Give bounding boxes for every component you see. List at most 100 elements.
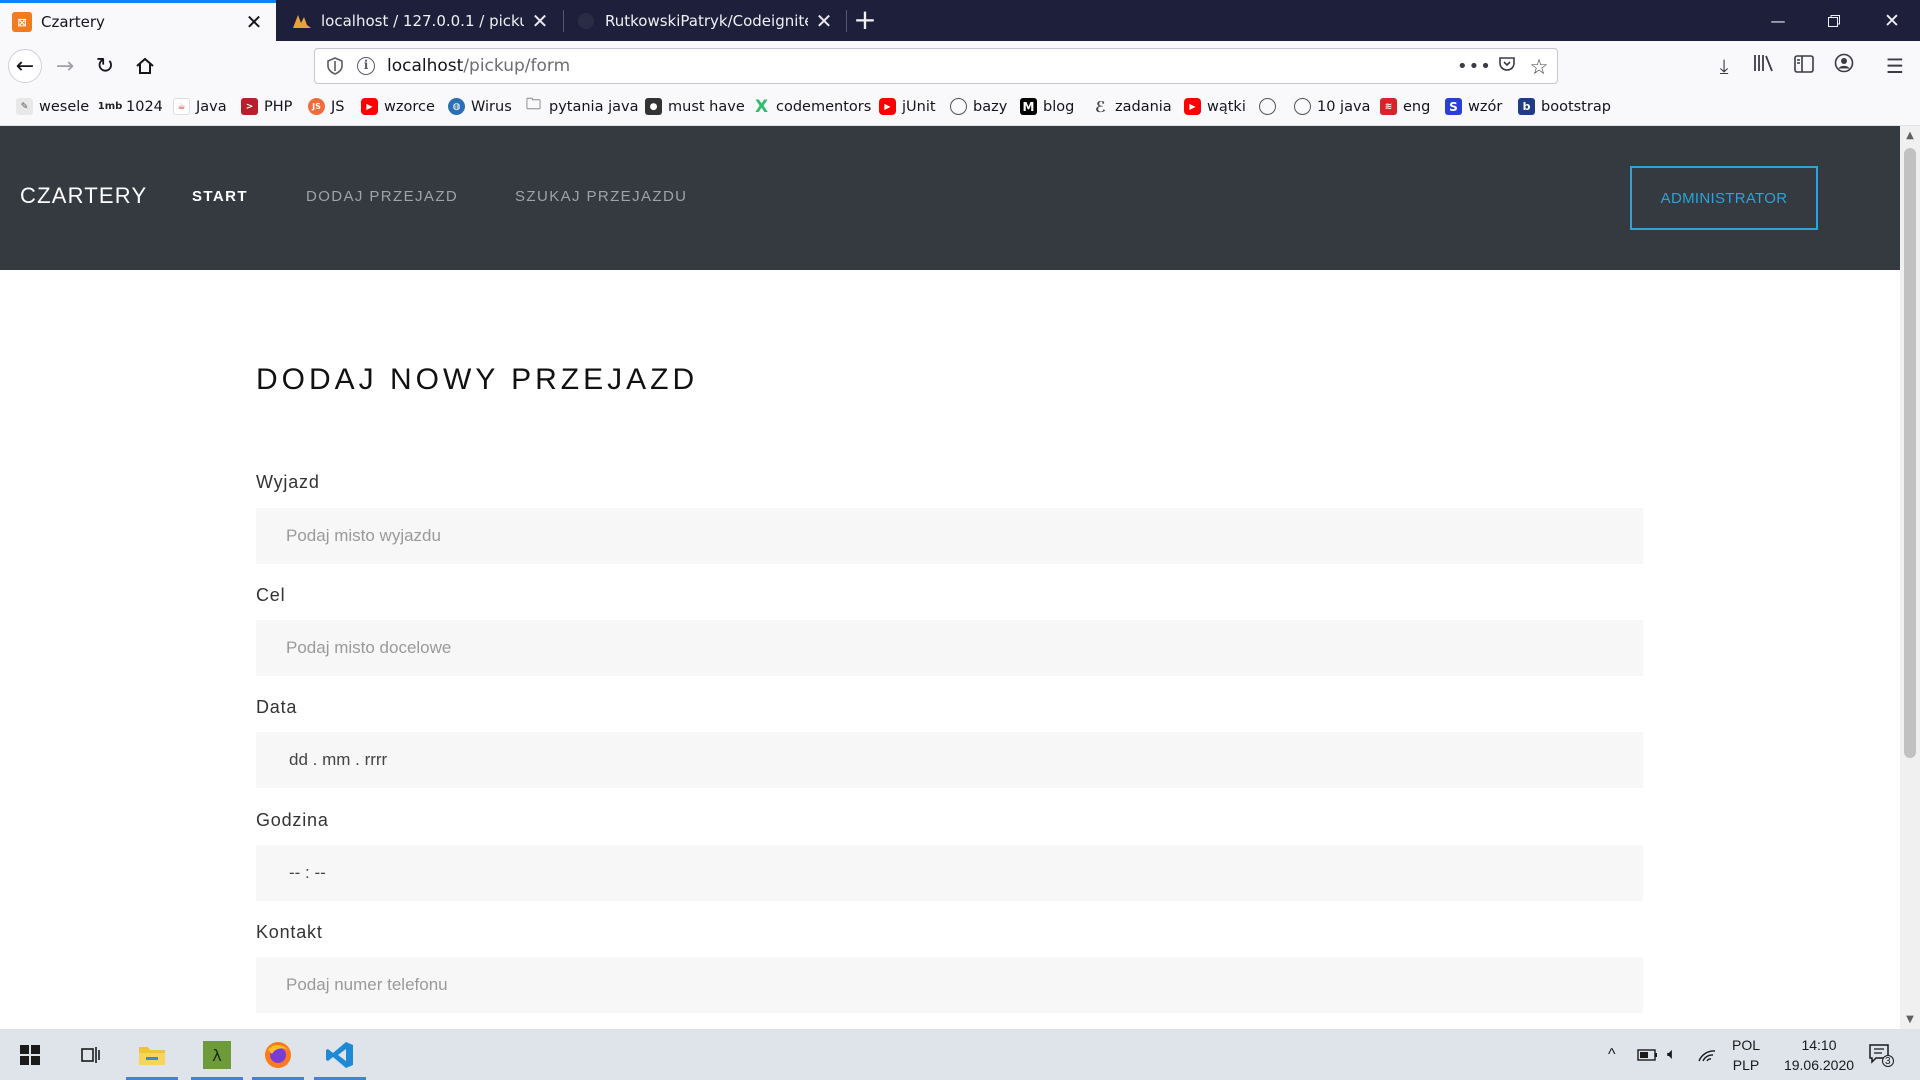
windows-start-icon[interactable]	[4, 1029, 56, 1080]
forward-button[interactable]: →	[48, 49, 82, 83]
close-tab-icon[interactable]: ✕	[530, 9, 550, 33]
shield-icon[interactable]	[327, 57, 343, 75]
home-button[interactable]	[128, 49, 162, 83]
site-navbar: CZARTERY START DODAJ PRZEJAZD SZUKAJ PRZ…	[0, 126, 1900, 270]
task-view-icon[interactable]	[64, 1029, 116, 1080]
library-icon[interactable]	[1751, 53, 1777, 79]
restore-button[interactable]	[1806, 0, 1862, 41]
bookmark-label: must have	[668, 98, 745, 115]
bookmark-label: 10 java	[1317, 98, 1371, 115]
administrator-button[interactable]: ADMINISTRATOR	[1630, 166, 1818, 230]
info-icon[interactable]: i	[357, 57, 375, 75]
volume-icon[interactable]: 🔈︎	[1667, 1029, 1677, 1080]
nav-start[interactable]: START	[192, 188, 248, 205]
address-bar[interactable]: i localhost/pickup/form ••• ☆	[314, 48, 1558, 84]
battery-icon[interactable]	[1637, 1029, 1659, 1080]
bookmark-watki[interactable]: ▶ wątki	[1184, 98, 1246, 115]
kontakt-input[interactable]: Podaj numer telefonu	[256, 957, 1643, 1013]
sidebar-icon[interactable]	[1791, 53, 1817, 79]
bookmark-globe[interactable]	[1259, 98, 1282, 115]
codewars-icon: ℰ	[1095, 97, 1106, 116]
bookmark-label: JS	[331, 98, 345, 115]
bookmark-bootstrap[interactable]: b bootstrap	[1518, 98, 1611, 115]
firefox-icon[interactable]	[252, 1029, 304, 1080]
bookmark-10-java[interactable]: 10 java	[1294, 98, 1370, 115]
bookmark-php[interactable]: > PHP	[241, 98, 292, 115]
php-icon: >	[241, 98, 258, 115]
nav-dodaj-przejazd[interactable]: DODAJ PRZEJAZD	[306, 188, 458, 205]
label-kontakt: Kontakt	[256, 922, 323, 942]
scroll-down-icon[interactable]: ▼	[1900, 1014, 1920, 1025]
tab-title: Czartery	[41, 13, 105, 31]
menu-icon[interactable]: ☰	[1882, 53, 1908, 79]
data-date-input[interactable]: dd . mm . rrrr	[256, 732, 1643, 788]
tab-github[interactable]: RutkowskiPatryk/Codeigniter_C ✕	[564, 0, 846, 41]
bookmark-eng[interactable]: ≋ eng	[1380, 98, 1430, 115]
bookmark-pytania-java[interactable]: 🗀 pytania java	[524, 95, 638, 115]
medium-icon: M	[1020, 98, 1037, 115]
tab-phpmyadmin[interactable]: localhost / 127.0.0.1 / pickup / c ✕	[280, 0, 562, 41]
bookmark-wirus[interactable]: ◍ Wirus	[448, 98, 512, 115]
bookmark-java[interactable]: ☕ Java	[173, 98, 227, 115]
bookmark-wesele[interactable]: ✎ wesele	[16, 98, 89, 115]
new-tab-button[interactable]: +	[853, 2, 877, 38]
close-tab-icon[interactable]: ✕	[244, 10, 264, 34]
bookmark-label: blog	[1043, 98, 1075, 115]
bookmark-junit[interactable]: ▶ jUnit	[879, 98, 936, 115]
vscode-icon[interactable]	[314, 1029, 366, 1080]
tab-title: localhost / 127.0.0.1 / pickup / c	[321, 11, 524, 30]
globe-icon: ◍	[448, 98, 465, 115]
bookmark-must-have[interactable]: ● must have	[645, 98, 745, 115]
input-language[interactable]: POL PLP	[1732, 1029, 1760, 1080]
bookmark-label: codementors	[776, 98, 872, 115]
godzina-time-input[interactable]: -- : --	[256, 845, 1643, 901]
wyjazd-input[interactable]: Podaj misto wyjazdu	[256, 508, 1643, 564]
eng-icon: ≋	[1380, 98, 1397, 115]
reload-button[interactable]: ↻	[88, 49, 122, 83]
scrollbar-thumb[interactable]	[1904, 148, 1916, 758]
label-wyjazd: Wyjazd	[256, 472, 320, 492]
file-explorer-icon[interactable]	[126, 1029, 178, 1080]
bookmark-1024[interactable]: 1mb 1024	[98, 98, 163, 115]
downloads-icon[interactable]: ⤓	[1711, 53, 1737, 79]
windows-taskbar: λ ^ 🔈︎ POL PLP 14:10 19.06.2020 3	[0, 1029, 1920, 1080]
pocket-icon[interactable]	[1495, 55, 1519, 79]
nav-szukaj-przejazdu[interactable]: SZUKAJ PRZEJAZDU	[515, 188, 687, 205]
close-window-button[interactable]: ✕	[1864, 0, 1920, 41]
bookmark-bazy[interactable]: bazy	[950, 98, 1007, 115]
page-scrollbar[interactable]: ▲ ▼	[1900, 126, 1920, 1029]
spreadsheet-app-icon[interactable]: λ	[191, 1029, 243, 1080]
back-button[interactable]: ←	[8, 49, 42, 83]
bookmark-label: eng	[1403, 98, 1431, 115]
label-data: Data	[256, 697, 298, 717]
tab-czartery[interactable]: ⊠ Czartery ✕	[0, 0, 276, 41]
cel-input[interactable]: Podaj misto docelowe	[256, 620, 1643, 676]
site-brand[interactable]: CZARTERY	[20, 183, 147, 209]
wifi-icon[interactable]	[1697, 1029, 1717, 1080]
clock[interactable]: 14:10 19.06.2020	[1774, 1029, 1864, 1080]
account-icon[interactable]	[1831, 53, 1857, 79]
notification-count: 3	[1885, 1056, 1891, 1067]
bookmark-wzor[interactable]: Swzór	[1445, 98, 1502, 115]
bookmark-blog[interactable]: Mblog	[1020, 98, 1074, 115]
keyboard-layout: PLP	[1732, 1056, 1760, 1073]
bookmark-zadania[interactable]: ℰzadania	[1092, 97, 1172, 116]
more-actions-icon[interactable]: •••	[1457, 55, 1491, 79]
show-hidden-icons[interactable]: ^	[1608, 1029, 1616, 1080]
bookmark-codementors[interactable]: Xcodementors	[753, 97, 872, 117]
java-icon: ☕	[173, 98, 190, 115]
bookmark-star-icon[interactable]: ☆	[1527, 55, 1551, 79]
page-title: DODAJ NOWY PRZEJAZD	[256, 363, 699, 396]
bookmark-label: zadania	[1115, 98, 1172, 115]
bookmark-label: wątki	[1207, 98, 1246, 115]
bookmark-js[interactable]: JS JS	[308, 98, 344, 115]
url-path: /pickup/form	[463, 56, 571, 76]
minimize-button[interactable]: —	[1750, 0, 1806, 41]
scroll-up-icon[interactable]: ▲	[1900, 130, 1920, 141]
js-icon: JS	[308, 98, 325, 115]
bookmark-wzorce[interactable]: ▶ wzorce	[361, 98, 435, 115]
globe-icon	[950, 98, 967, 115]
close-tab-icon[interactable]: ✕	[814, 9, 834, 33]
url-text[interactable]: localhost/pickup/form	[387, 56, 570, 76]
notifications-icon[interactable]: 3	[1868, 1029, 1894, 1080]
